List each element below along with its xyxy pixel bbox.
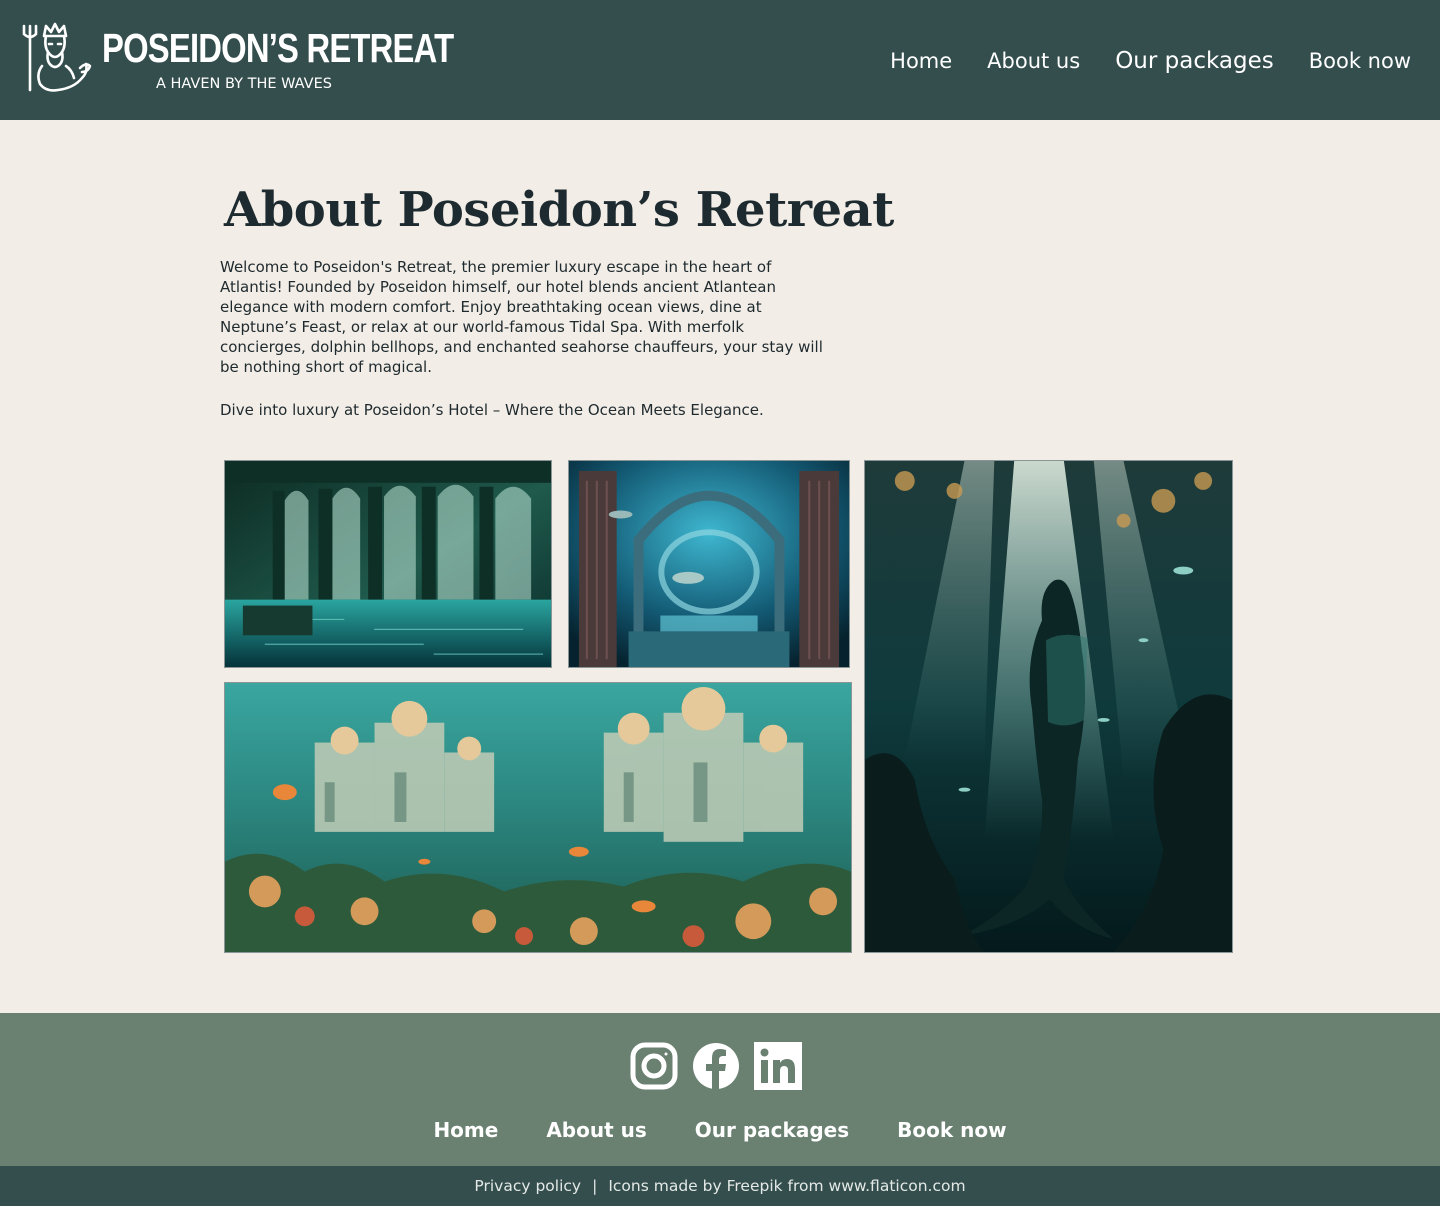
gallery-photo-arch xyxy=(568,460,850,668)
tagline-paragraph: Dive into luxury at Poseidon’s Hotel – W… xyxy=(220,401,764,419)
nav-packages-link[interactable]: Our packages xyxy=(1115,48,1274,74)
site-header: POSEIDON’S RETREAT A HAVEN BY THE WAVES … xyxy=(0,0,1440,120)
brand-tagline: A HAVEN BY THE WAVES xyxy=(156,76,332,92)
site-footer: Home About us Our packages Book now xyxy=(0,1013,1440,1166)
social-links xyxy=(629,1041,803,1091)
gallery-photo-mermaid xyxy=(864,460,1233,953)
brand-title[interactable]: POSEIDON’S RETREAT xyxy=(102,28,454,69)
footer-home-link[interactable]: Home xyxy=(433,1117,498,1143)
legal-bar: Privacy policy | Icons made by Freepik f… xyxy=(0,1166,1440,1206)
icon-credit-text: Icons made by Freepik from www.flaticon.… xyxy=(608,1177,966,1195)
nav-about-link[interactable]: About us xyxy=(987,48,1080,74)
gallery-photo-underwater-city xyxy=(224,682,852,953)
legal-separator: | xyxy=(592,1177,598,1195)
page-title: About Poseidon’s Retreat xyxy=(224,182,894,238)
top-nav: Home About us Our packages Book now xyxy=(890,48,1411,74)
facebook-icon[interactable] xyxy=(691,1041,741,1091)
poseidon-logo-icon[interactable] xyxy=(22,22,92,94)
footer-nav: Home About us Our packages Book now xyxy=(0,1117,1440,1143)
privacy-policy-link[interactable]: Privacy policy xyxy=(474,1177,581,1195)
nav-home-link[interactable]: Home xyxy=(890,48,952,74)
linkedin-icon[interactable] xyxy=(753,1041,803,1091)
gallery-photo-colonnade xyxy=(224,460,552,668)
footer-packages-link[interactable]: Our packages xyxy=(695,1117,849,1143)
footer-book-link[interactable]: Book now xyxy=(897,1117,1006,1143)
intro-paragraph: Welcome to Poseidon's Retreat, the premi… xyxy=(220,258,823,376)
nav-book-link[interactable]: Book now xyxy=(1309,48,1411,74)
instagram-icon[interactable] xyxy=(629,1041,679,1091)
footer-about-link[interactable]: About us xyxy=(546,1117,646,1143)
